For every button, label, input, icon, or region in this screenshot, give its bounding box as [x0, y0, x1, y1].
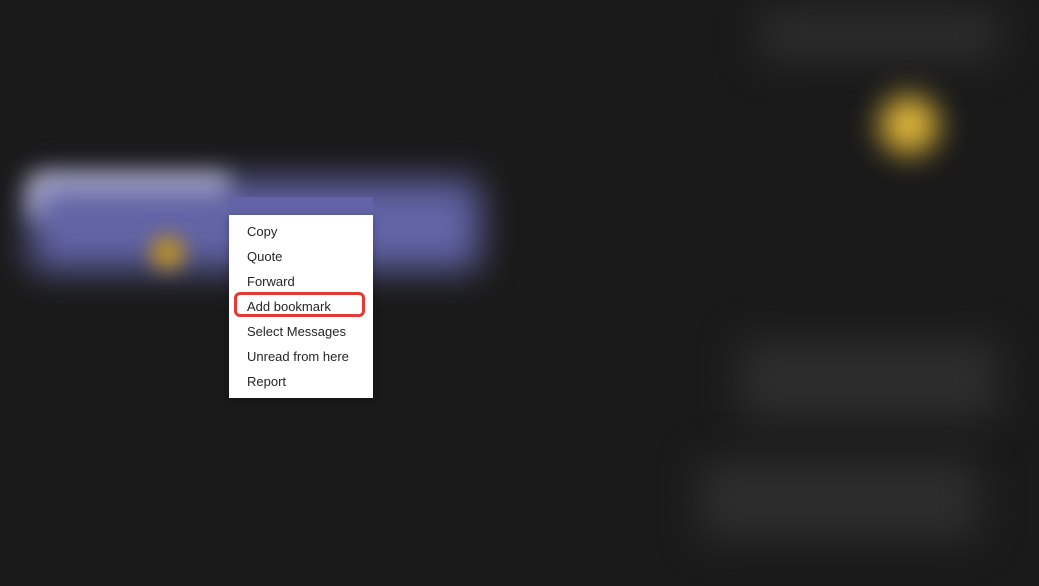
menu-item-unread-from-here[interactable]: Unread from here: [229, 344, 373, 369]
message-header-bar: [229, 197, 373, 215]
menu-item-forward[interactable]: Forward: [229, 269, 373, 294]
blurred-avatar-small: [150, 235, 185, 270]
blurred-message-top-right: [759, 10, 999, 60]
menu-item-select-messages[interactable]: Select Messages: [229, 319, 373, 344]
blurred-avatar-gold: [879, 95, 939, 155]
menu-item-add-bookmark[interactable]: Add bookmark: [229, 294, 373, 319]
menu-item-copy[interactable]: Copy: [229, 219, 373, 244]
menu-item-quote[interactable]: Quote: [229, 244, 373, 269]
blurred-message-bottom-right: [699, 460, 979, 540]
blurred-message-mid-right: [739, 340, 999, 420]
context-menu: Copy Quote Forward Add bookmark Select M…: [229, 215, 373, 398]
menu-item-report[interactable]: Report: [229, 369, 373, 394]
